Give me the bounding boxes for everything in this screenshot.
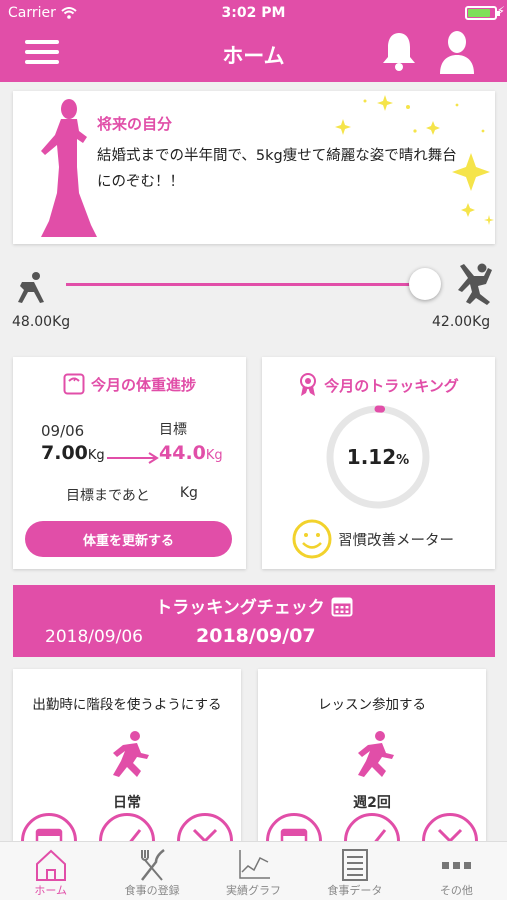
tab-results-graph[interactable]: 実績グラフ — [203, 842, 304, 900]
target-label: 目標 — [159, 422, 187, 438]
bride-silhouette-icon — [41, 99, 97, 237]
task-frequency: 週2回 — [353, 795, 391, 811]
tracking-percent: 1.12% — [324, 445, 432, 469]
target-weight-unit: Kg — [205, 448, 223, 463]
status-bar: Carrier 3:02 PM ⚡ — [0, 0, 507, 26]
clock: 3:02 PM — [221, 5, 286, 21]
tracking-check-title: トラッキングチェック — [155, 598, 325, 618]
tab-meal-entry[interactable]: 食事の登録 — [101, 842, 202, 900]
calendar-icon — [280, 828, 308, 844]
check-icon — [358, 829, 387, 844]
update-weight-button[interactable]: 体重を更新する — [25, 521, 232, 557]
task-name: 出勤時に階段を使うようにする — [32, 697, 222, 713]
battery-icon — [465, 6, 500, 20]
running-person-icon — [113, 731, 149, 777]
remaining-label: 目標まであと — [66, 488, 150, 504]
target-weight: 44.0Kg — [159, 442, 223, 464]
tracking-check-banner: トラッキングチェック 2018/09/06 2018/09/07 — [13, 585, 495, 657]
page-title: ホーム — [222, 44, 285, 68]
tab-meal-data[interactable]: 食事データ — [304, 842, 405, 900]
future-self-card: 将来の自分 結婚式までの半年間で、5kg痩せて綺麗な姿で晴れ舞台にのぞむ！！ — [13, 91, 495, 244]
bottom-tab-bar: ホーム 食事の登録 実績グラフ 食事データ その他 — [0, 841, 507, 900]
done-button[interactable] — [344, 813, 400, 844]
tab-label: 実績グラフ — [226, 884, 282, 897]
goal-text: 結婚式までの半年間で、5kg痩せて綺麗な姿で晴れ舞台にのぞむ！！ — [97, 148, 457, 190]
running-person-icon — [358, 731, 394, 777]
task-actions — [266, 813, 478, 844]
profile-icon[interactable] — [438, 28, 476, 74]
target-weight-value: 44.0 — [159, 442, 206, 464]
not-done-button[interactable] — [422, 813, 478, 844]
tab-label: その他 — [439, 884, 473, 897]
done-button[interactable] — [99, 813, 155, 844]
tab-other[interactable]: その他 — [406, 842, 507, 900]
tab-home[interactable]: ホーム — [0, 842, 101, 900]
goal-title: 将来の自分 — [97, 115, 173, 133]
current-date: 2018/09/07 — [196, 625, 316, 647]
bell-icon[interactable] — [380, 30, 418, 72]
smiley-icon — [292, 519, 332, 559]
weight-progress-track — [66, 283, 424, 286]
task-frequency: 日常 — [113, 795, 141, 811]
finish-runner-icon — [458, 263, 492, 305]
cross-icon — [192, 828, 218, 844]
current-weight: 7.00Kg — [41, 442, 105, 464]
calendar-icon — [35, 828, 63, 844]
tracking-card-title: 今月のトラッキング — [324, 376, 459, 395]
list-document-icon — [341, 849, 368, 881]
monthly-tracking-card: 今月のトラッキング 1.12% 習慣改善メーター — [262, 357, 495, 569]
app-header: Carrier 3:02 PM ⚡ ホーム — [0, 0, 507, 82]
monthly-weight-card: 今月の体重進捗 09/06 7.00Kg 目標 44.0Kg 目標まであと Kg… — [13, 357, 246, 569]
line-chart-icon — [238, 850, 270, 879]
weight-date: 09/06 — [41, 422, 85, 440]
home-icon — [35, 849, 66, 881]
crouching-runner-icon — [18, 272, 44, 303]
fork-knife-icon — [141, 849, 165, 881]
check-icon — [113, 829, 142, 844]
previous-date[interactable]: 2018/09/06 — [45, 627, 143, 647]
more-dots-icon — [442, 862, 472, 869]
remaining-unit: Kg — [179, 485, 198, 501]
task-card: レッスン参加する 週2回 — [258, 669, 486, 844]
weight-card-header: 今月の体重進捗 — [13, 373, 246, 395]
task-actions — [21, 813, 233, 844]
calendar-icon[interactable] — [331, 595, 353, 617]
scale-icon — [63, 373, 85, 395]
tracking-check-header: トラッキングチェック — [13, 593, 495, 618]
medal-icon — [300, 373, 317, 396]
weight-progress-knob[interactable] — [409, 268, 441, 300]
not-done-button[interactable] — [177, 813, 233, 844]
charging-icon: ⚡ — [496, 4, 505, 18]
habit-meter-label: 習慣改善メーター — [338, 533, 454, 549]
weight-card-title: 今月の体重進捗 — [90, 375, 196, 394]
task-name: レッスン参加する — [318, 697, 426, 713]
start-weight: 48.00Kg — [12, 314, 71, 330]
task-card: 出勤時に階段を使うようにする 日常 — [13, 669, 241, 844]
current-weight-value: 7.00 — [41, 442, 88, 464]
tab-label: 食事データ — [327, 884, 383, 897]
calendar-action-button[interactable] — [266, 813, 322, 844]
tracking-card-header: 今月のトラッキング — [262, 373, 495, 397]
tracking-percent-value: 1.12 — [346, 445, 397, 469]
goal-weight: 42.00Kg — [432, 314, 491, 330]
current-weight-unit: Kg — [87, 448, 105, 463]
tab-label: ホーム — [34, 884, 68, 897]
remaining-weight: 目標まであと Kg — [66, 485, 198, 505]
tab-label: 食事の登録 — [124, 884, 180, 897]
calendar-action-button[interactable] — [21, 813, 77, 844]
tracking-percent-unit: % — [396, 453, 410, 468]
cross-icon — [437, 828, 463, 844]
arrow-right-icon — [107, 452, 159, 464]
